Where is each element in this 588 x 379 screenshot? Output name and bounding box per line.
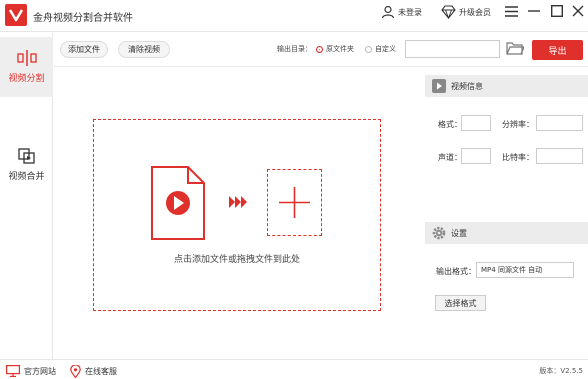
output-path-input[interactable] xyxy=(405,40,500,58)
arrow-icon xyxy=(228,195,248,212)
support-label: 在线客服 xyxy=(85,367,117,376)
maximize-icon xyxy=(551,5,563,17)
login-label: 未登录 xyxy=(398,7,422,17)
footer: 官方网站 在线客服 版本：V2.5.5 xyxy=(0,359,588,379)
radio-source-folder[interactable]: 原文件夹 xyxy=(316,44,354,54)
sidebar-item-video-merge[interactable]: 视频合并 xyxy=(0,135,53,195)
app-logo-icon xyxy=(5,4,27,26)
sidebar-item-label: 视频分割 xyxy=(8,74,45,84)
radio-label: 原文件夹 xyxy=(326,45,354,53)
maximize-button[interactable] xyxy=(548,2,566,20)
split-icon xyxy=(16,50,37,66)
app-title: 金舟视频分割合并软件 xyxy=(33,13,133,24)
toolbar: 添加文件 清除视频 输出目录： 原文件夹 自定义 导出 xyxy=(54,33,588,67)
title-bar: 金舟视频分割合并软件 未登录 升级会员 xyxy=(0,0,588,32)
radio-dot xyxy=(365,45,372,53)
settings-title: 设置 xyxy=(451,228,467,238)
upgrade-vip-button[interactable]: 升级会员 xyxy=(441,4,491,20)
sidebar-item-label: 视频合并 xyxy=(8,172,45,182)
export-button[interactable]: 导出 xyxy=(532,40,583,60)
radio-custom[interactable]: 自定义 xyxy=(365,44,396,54)
video-info-header: 视频信息 xyxy=(425,75,588,97)
monitor-icon xyxy=(6,365,20,377)
file-drop-zone[interactable] xyxy=(93,119,381,311)
settings-header: 设置 xyxy=(425,222,588,244)
minimize-icon xyxy=(528,10,540,12)
close-button[interactable] xyxy=(569,2,587,20)
close-icon xyxy=(572,5,584,17)
menu-button[interactable] xyxy=(502,2,520,20)
vip-label: 升级会员 xyxy=(459,7,491,17)
format-field xyxy=(461,115,491,131)
channel-field xyxy=(461,148,491,164)
resolution-label: 分辨率： xyxy=(502,120,534,129)
official-website-link[interactable]: 官方网站 xyxy=(6,365,56,377)
login-button[interactable]: 未登录 xyxy=(381,4,422,20)
folder-icon xyxy=(506,42,525,55)
choose-format-button[interactable]: 选择格式 xyxy=(435,295,486,311)
output-format-field: MP4 同源文件 自动 xyxy=(476,262,574,278)
play-icon xyxy=(432,79,446,93)
online-support-link[interactable]: 在线客服 xyxy=(70,365,117,378)
radio-label: 自定义 xyxy=(375,45,396,53)
merge-icon xyxy=(17,148,35,164)
resolution-field xyxy=(536,115,583,131)
browse-folder-button[interactable] xyxy=(506,41,525,58)
user-icon xyxy=(381,5,395,19)
video-info-title: 视频信息 xyxy=(451,81,483,91)
bitrate-field xyxy=(536,148,583,164)
version-label: 版本：V2.5.5 xyxy=(539,367,583,375)
drop-hint-text: 点击添加文件或拖拽文件到此处 xyxy=(173,255,300,265)
diamond-icon xyxy=(441,5,456,19)
format-label: 格式： xyxy=(438,120,462,129)
location-icon xyxy=(70,365,81,378)
output-dir-label: 输出目录： xyxy=(277,45,312,53)
gear-icon xyxy=(432,226,446,240)
output-format-label: 输出格式： xyxy=(436,267,476,276)
minimize-button[interactable] xyxy=(525,2,543,20)
video-file-icon xyxy=(150,165,206,244)
radio-dot-checked xyxy=(316,45,323,53)
menu-icon xyxy=(504,5,518,17)
channel-label: 声道： xyxy=(438,153,462,162)
sidebar-item-video-split[interactable]: 视频分割 xyxy=(0,37,53,97)
plus-icon xyxy=(279,187,310,218)
clear-video-button[interactable]: 清除视频 xyxy=(118,41,170,58)
add-file-box[interactable] xyxy=(267,169,322,236)
add-file-button[interactable]: 添加文件 xyxy=(60,41,108,58)
bitrate-label: 比特率： xyxy=(502,153,534,162)
website-label: 官方网站 xyxy=(24,366,56,376)
sidebar: 视频分割 视频合并 xyxy=(0,33,53,359)
